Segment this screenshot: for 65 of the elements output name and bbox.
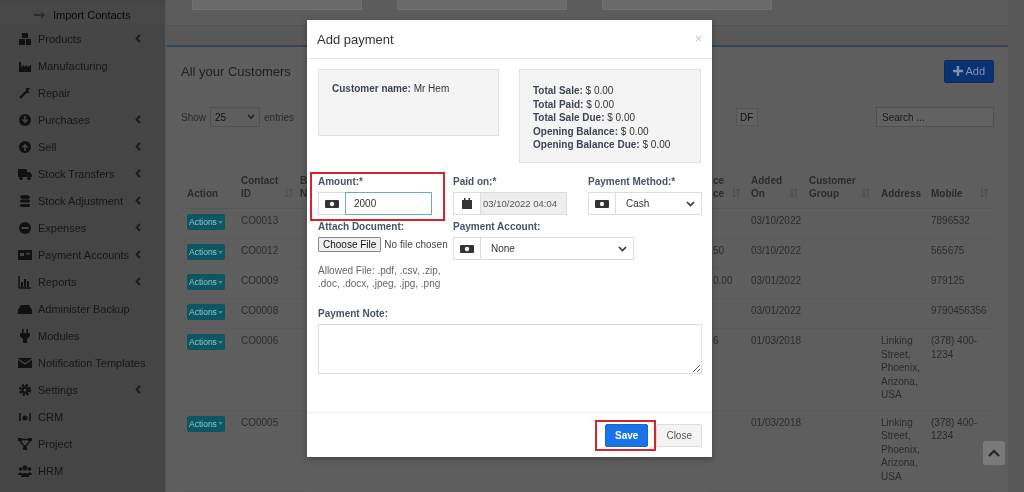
field-label: Payment Note:	[318, 308, 389, 319]
field-label: Payment Method:*	[588, 176, 677, 187]
close-button[interactable]: Close	[656, 423, 702, 447]
actions-button[interactable]: Actions	[187, 415, 225, 432]
money-icon	[595, 198, 609, 209]
select-field[interactable]: Cash	[615, 192, 702, 215]
caret-down-icon	[217, 220, 223, 224]
scroll-top-button[interactable]	[983, 441, 1005, 465]
settings-icon	[18, 382, 32, 397]
customer-name: Customer name: Mr Hem	[332, 82, 451, 96]
cubes-icon	[18, 31, 32, 46]
caret-up-icon	[988, 449, 1000, 457]
calendar-icon	[462, 198, 472, 209]
database-icon	[18, 193, 32, 208]
plug-icon	[18, 328, 32, 343]
users-icon	[18, 463, 32, 478]
field-label: Amount:*	[318, 176, 364, 187]
entries-select[interactable]: 25	[210, 107, 260, 127]
actions-button[interactable]: Actions	[187, 304, 225, 320]
field-label: Attach Document:	[318, 221, 406, 232]
caret-down-icon	[217, 250, 223, 254]
total-line: Opening Balance Due: $ 0.00	[533, 138, 672, 152]
card-icon	[18, 247, 32, 262]
total-line: Total Sale Due: $ 0.00	[533, 111, 637, 125]
caret-down-icon	[217, 310, 223, 314]
add-button[interactable]: Add	[944, 59, 994, 83]
note-field[interactable]	[318, 324, 702, 374]
total-line: Total Sale: $ 0.00	[533, 84, 615, 98]
search-field[interactable]: Search ...	[876, 107, 994, 127]
plus-icon	[953, 66, 964, 76]
envelope-icon	[18, 355, 32, 370]
arrow-down-circle-icon	[18, 112, 32, 127]
total-line: Opening Balance: $ 0.00	[533, 124, 650, 138]
date-field[interactable]: 03/10/2022 04:04	[480, 192, 567, 215]
field-label: Payment Account:	[453, 221, 542, 232]
caret-down-icon	[217, 340, 223, 344]
actions-button[interactable]: Actions	[187, 214, 225, 230]
choose-file-button[interactable]: Choose File	[318, 237, 382, 252]
bar-chart-icon	[18, 274, 32, 289]
field-label: Paid on:*	[453, 176, 498, 187]
help-text: Allowed File: .pdf, .csv, .zip, .doc, .docx, .jpeg, .jpg, .png	[318, 264, 442, 290]
chevron-down-icon	[686, 200, 695, 207]
money-icon	[460, 243, 474, 254]
arrow-up-circle-icon	[18, 139, 32, 154]
total-line: Total Paid: $ 0.00	[533, 97, 615, 111]
caret-down-icon	[217, 422, 223, 425]
truck-icon	[18, 166, 32, 181]
dialog-title: Add payment	[317, 31, 394, 47]
select-field[interactable]: None	[480, 237, 634, 260]
input-field[interactable]: 2000	[345, 192, 432, 215]
actions-button[interactable]: Actions	[187, 244, 225, 260]
panel-title: All your Customers	[181, 63, 291, 79]
caret-down-icon	[217, 280, 223, 284]
actions-button[interactable]: Actions	[187, 274, 225, 290]
wrench-icon	[18, 85, 32, 100]
minus-circle-icon	[18, 220, 32, 235]
chevron-down-icon	[618, 245, 627, 252]
sitemap-icon	[18, 436, 32, 451]
export-button[interactable]: DF	[736, 108, 759, 126]
money-icon	[325, 198, 339, 209]
close-button[interactable]: ×	[695, 32, 702, 46]
file-status: No file chosen	[384, 239, 448, 250]
chevron-down-icon	[247, 114, 255, 120]
save-button[interactable]: Save	[605, 423, 649, 447]
actions-button[interactable]: Actions	[187, 334, 225, 350]
